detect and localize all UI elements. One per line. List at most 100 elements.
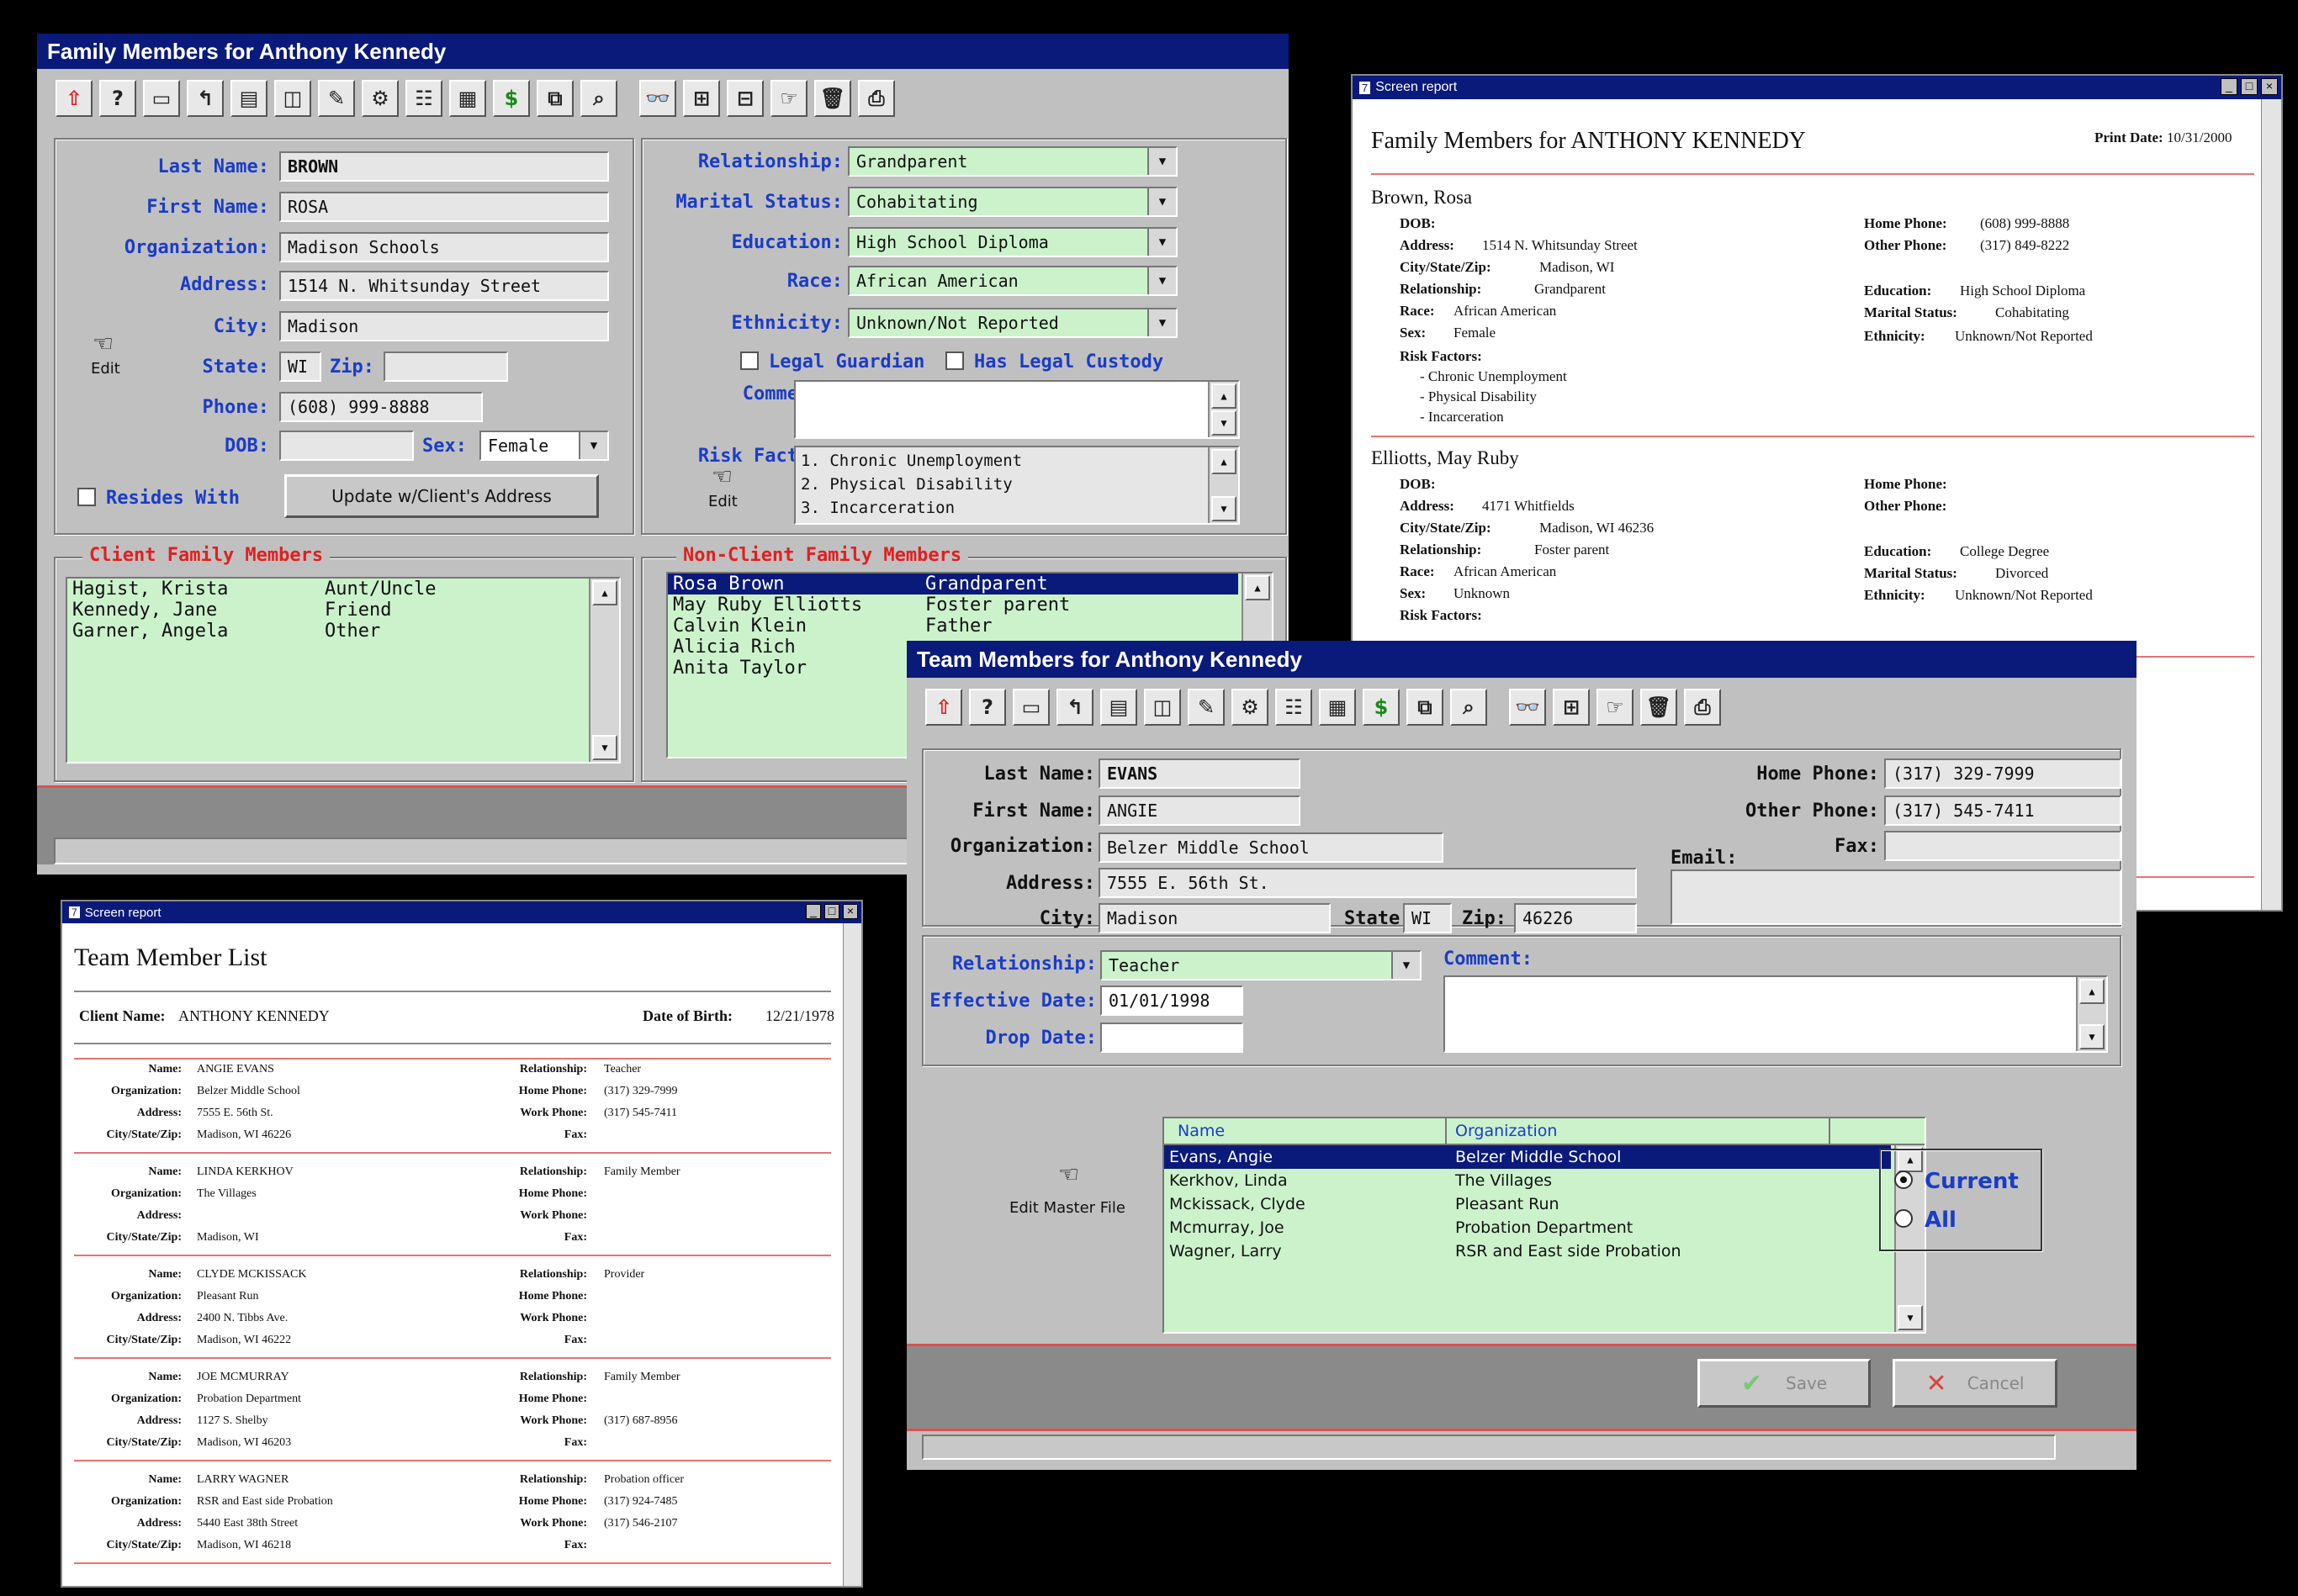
scroll-up-icon[interactable]: ▲ [592, 580, 617, 605]
dob-field[interactable] [279, 431, 414, 461]
up-arrow-icon[interactable]: ⇧ [56, 80, 93, 117]
client-family-list[interactable]: Hagist, Krista Aunt/Uncle Kennedy, Jane Fri… [66, 577, 621, 764]
save-button[interactable]: ✔ Save [1697, 1359, 1871, 1408]
column-header-organization[interactable]: Organization [1447, 1118, 1830, 1144]
binoculars-icon[interactable]: 👓 [639, 80, 676, 117]
ethnicity-select[interactable]: Unknown/Not Reported ▼ [848, 308, 1178, 338]
chevron-down-icon[interactable]: ▼ [1391, 952, 1420, 979]
note-icon[interactable]: ✎ [318, 80, 355, 117]
dollar-icon[interactable]: $ [1363, 689, 1400, 726]
marital-status-select[interactable]: Cohabitating ▼ [848, 187, 1178, 217]
page-icon[interactable]: ▤ [230, 80, 267, 117]
scroll-up-icon[interactable]: ▲ [1245, 575, 1270, 600]
state-field[interactable]: WI [279, 351, 321, 382]
pointing-hand-icon[interactable]: ☜ [1058, 1160, 1079, 1188]
current-label[interactable]: Current [1925, 1169, 2019, 1194]
city-field[interactable]: Madison [279, 311, 609, 341]
table-row[interactable]: Wagner, Larry RSR and East side Probation [1164, 1239, 1891, 1263]
education-select[interactable]: High School Diploma ▼ [848, 227, 1178, 257]
pointing-hand-icon[interactable]: ☜ [93, 330, 114, 357]
copy-icon[interactable]: ◫ [274, 80, 311, 117]
first-name-field[interactable]: ROSA [279, 192, 609, 222]
other-phone-field[interactable]: (317) 545-7411 [1884, 795, 2121, 826]
duplicate-icon[interactable]: ⧉ [537, 80, 574, 117]
hand-pointer-icon[interactable]: ☞ [1596, 689, 1633, 726]
phone-field[interactable]: (608) 999-8888 [279, 392, 483, 422]
insert-icon[interactable]: ⊞ [683, 80, 720, 117]
city-field[interactable]: Madison [1099, 903, 1331, 933]
list-item[interactable]: May Ruby Elliotts Foster parent [668, 595, 1272, 616]
chevron-down-icon[interactable]: ▼ [1147, 229, 1176, 256]
organization-field[interactable]: Belzer Middle School [1099, 832, 1443, 863]
scroll-down-icon[interactable]: ▼ [1898, 1305, 1923, 1330]
table-row[interactable]: Kerkhov, Linda The Villages [1164, 1169, 1891, 1192]
scroll-down-icon[interactable]: ▼ [2079, 1024, 2105, 1049]
close-icon[interactable]: × [2261, 78, 2278, 95]
legal-guardian-checkbox[interactable] [740, 351, 759, 370]
chevron-down-icon[interactable]: ▼ [1147, 309, 1176, 336]
help-icon[interactable]: ? [99, 80, 136, 117]
all-radio[interactable] [1894, 1209, 1913, 1228]
chevron-down-icon[interactable]: ▼ [1147, 188, 1176, 215]
client-list-scrollbar[interactable]: ▲ ▼ [589, 579, 619, 762]
maximize-icon[interactable]: □ [2241, 78, 2258, 95]
list-item[interactable]: Rosa Brown Grandparent [668, 573, 1238, 595]
scroll-down-icon[interactable]: ▼ [1211, 410, 1236, 436]
list-item[interactable]: Kennedy, Jane Friend [67, 600, 619, 621]
handshake-icon[interactable]: ☷ [1275, 689, 1312, 726]
comment-field[interactable]: ▲ ▼ [1443, 975, 2108, 1053]
email-field[interactable] [1671, 869, 2121, 925]
update-address-button[interactable]: Update w/Client's Address [284, 474, 599, 518]
all-label[interactable]: All [1925, 1208, 1956, 1233]
window-icon[interactable]: ▭ [1013, 689, 1050, 726]
minimize-icon[interactable]: _ [2221, 78, 2237, 95]
risk-factor-item[interactable]: 3. Incarceration [801, 496, 1233, 520]
print-icon[interactable]: ⎙ [1684, 689, 1721, 726]
cancel-button[interactable]: ✕ Cancel [1893, 1359, 2057, 1408]
home-phone-field[interactable]: (317) 329-7999 [1884, 758, 2121, 789]
form-icon[interactable]: ▦ [1319, 689, 1356, 726]
organization-field[interactable]: Madison Schools [279, 232, 609, 262]
report-scrollbar[interactable] [2261, 99, 2281, 910]
state-field[interactable]: WI [1403, 903, 1452, 933]
address-field[interactable]: 7555 E. 56th St. [1099, 868, 1637, 898]
scroll-down-icon[interactable]: ▼ [592, 735, 617, 760]
table-row[interactable]: Evans, Angie Belzer Middle School [1164, 1145, 1891, 1169]
window-icon[interactable]: ▭ [143, 80, 180, 117]
relationship-select[interactable]: Grandparent ▼ [848, 146, 1178, 177]
up-arrow-icon[interactable]: ⇧ [925, 689, 962, 726]
edit-label[interactable]: Edit [91, 360, 120, 378]
relationship-select[interactable]: Teacher ▼ [1100, 950, 1422, 980]
duplicate-icon[interactable]: ⧉ [1406, 689, 1443, 726]
copy-icon[interactable]: ◫ [1144, 689, 1181, 726]
dollar-icon[interactable]: $ [493, 80, 530, 117]
tools-icon[interactable]: ⚙ [1231, 689, 1268, 726]
chevron-down-icon[interactable]: ▼ [1147, 267, 1176, 294]
scroll-up-icon[interactable]: ▲ [1211, 383, 1236, 409]
list-item[interactable]: Garner, Angela Other [67, 621, 619, 642]
page-icon[interactable]: ▤ [1100, 689, 1137, 726]
comment-scrollbar[interactable]: ▲ ▼ [2076, 977, 2106, 1051]
preview-icon[interactable]: ⌕ [580, 80, 617, 117]
scroll-down-icon[interactable]: ▼ [1211, 496, 1236, 521]
flow-icon[interactable]: ↰ [1056, 689, 1093, 726]
resides-with-checkbox[interactable] [77, 488, 96, 506]
last-name-field[interactable]: EVANS [1099, 758, 1300, 789]
handshake-icon[interactable]: ☷ [405, 80, 442, 117]
tools-icon[interactable]: ⚙ [362, 80, 399, 117]
zip-field[interactable] [384, 351, 508, 382]
binoculars-icon[interactable]: 👓 [1509, 689, 1546, 726]
list-item[interactable]: Hagist, Krista Aunt/Uncle [67, 579, 619, 600]
note-icon[interactable]: ✎ [1188, 689, 1225, 726]
flow-icon[interactable]: ↰ [187, 80, 224, 117]
risk-factors-list[interactable]: 1. Chronic Unemployment 2. Physical Disa… [794, 446, 1240, 525]
comments-field[interactable]: ▲ ▼ [794, 380, 1240, 439]
list-item[interactable]: Calvin Klein Father [668, 616, 1272, 637]
trash-icon[interactable]: 🗑 [814, 80, 851, 117]
table-row[interactable]: Mcmurray, Joe Probation Department [1164, 1216, 1891, 1239]
maximize-icon[interactable]: □ [824, 904, 839, 919]
preview-icon[interactable]: ⌕ [1450, 689, 1487, 726]
insert-icon[interactable]: ⊞ [1553, 689, 1590, 726]
address-field[interactable]: 1514 N. Whitsunday Street [279, 271, 609, 301]
minimize-icon[interactable]: _ [806, 904, 821, 919]
